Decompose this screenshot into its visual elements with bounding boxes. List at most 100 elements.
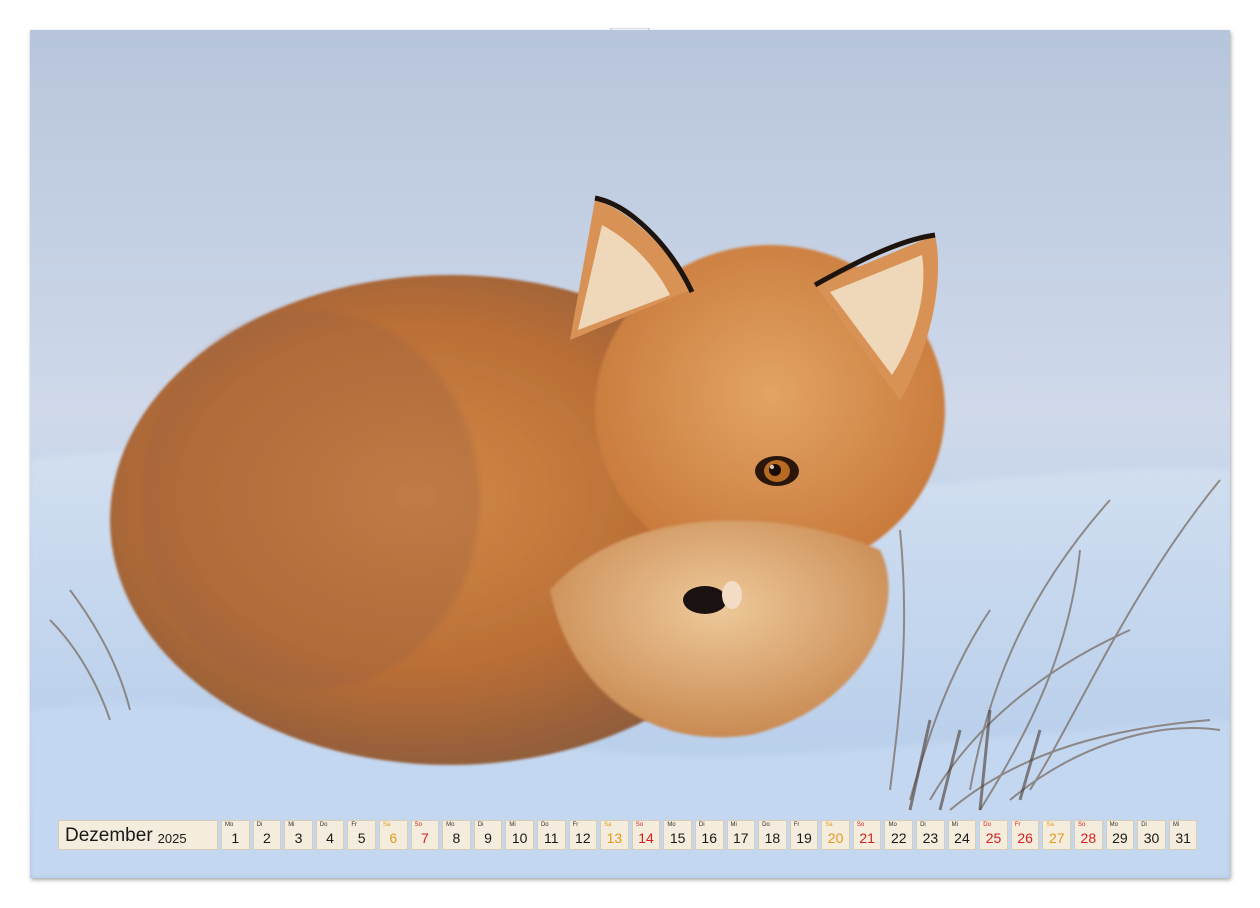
day-cell: Di 30 — [1137, 820, 1166, 850]
day-number: 27 — [1048, 830, 1065, 846]
weekday-label: Mi — [1172, 822, 1180, 828]
weekday-label: Do — [540, 822, 549, 828]
day-number: 1 — [231, 830, 240, 846]
day-number: 20 — [827, 830, 844, 846]
weekday-label: Fr — [793, 822, 800, 828]
day-number: 30 — [1143, 830, 1160, 846]
month-name: Dezember — [65, 825, 153, 846]
weekday-label: Di — [698, 822, 705, 828]
day-cell: Sa 6 — [378, 820, 408, 850]
day-number: 6 — [389, 830, 398, 846]
day-cell: Sa 20 — [821, 820, 850, 850]
day-cell: So 21 — [852, 820, 882, 850]
day-number: 18 — [764, 830, 781, 846]
weekday-label: So — [856, 822, 865, 828]
day-cell: Di 9 — [473, 820, 503, 850]
day-cell: Do 4 — [315, 820, 345, 850]
day-number: 3 — [294, 830, 303, 846]
day-number: 11 — [543, 830, 559, 846]
day-number: 9 — [484, 830, 492, 846]
day-number: 14 — [638, 830, 654, 846]
weekday-label: Sa — [382, 822, 391, 828]
day-number: 16 — [701, 830, 717, 846]
weekday-label: Di — [1141, 822, 1147, 828]
day-cell: Mo 22 — [884, 820, 914, 850]
day-cell: Mo 1 — [221, 820, 250, 850]
weekday-label: Fr — [351, 822, 358, 828]
weekday-label: Mo — [225, 822, 234, 828]
day-number: 8 — [452, 830, 461, 846]
day-cell: Mi 10 — [505, 820, 534, 850]
weekday-label: Mo — [1109, 822, 1118, 828]
weekday-label: Sa — [825, 822, 833, 828]
day-number: 19 — [796, 830, 812, 846]
day-cell: Mi 24 — [947, 820, 977, 850]
calendar-strip: Dezember 2025 Mo 1 Di 2 Mi 3 Do 4 Fr 5 Sa 6 So 7 Mo 8 Di… — [58, 820, 1198, 850]
weekday-label: Di — [920, 822, 926, 828]
weekday-label: Do — [983, 822, 991, 828]
weekday-label: Sa — [604, 822, 612, 828]
weekday-label: Mi — [288, 822, 295, 828]
weekday-label: Do — [319, 822, 328, 828]
day-number: 10 — [511, 830, 528, 846]
day-cell: Do 11 — [536, 820, 566, 850]
day-number: 7 — [420, 830, 429, 846]
day-number: 21 — [859, 830, 875, 846]
weekday-label: Mo — [667, 822, 676, 828]
weekday-label: Mo — [446, 822, 455, 828]
month-label: Dezember 2025 — [58, 820, 218, 850]
weekday-label: Mo — [888, 822, 897, 828]
weekday-label: So — [414, 822, 422, 828]
day-cell: Mi 31 — [1168, 820, 1198, 850]
fox-photo — [30, 30, 1230, 878]
day-number: 12 — [575, 830, 591, 846]
weekday-label: So — [635, 822, 644, 828]
day-number: 26 — [1017, 830, 1033, 846]
day-cell: Sa 27 — [1042, 820, 1072, 850]
day-cell: So 7 — [410, 820, 440, 850]
weekday-label: Do — [762, 822, 770, 828]
weekday-label: Fr — [1014, 822, 1021, 828]
day-cell: Do 25 — [979, 820, 1008, 850]
day-cell: Di 23 — [916, 820, 945, 850]
day-cell: Fr 12 — [568, 820, 598, 850]
day-cells: Mo 1 Di 2 Mi 3 Do 4 Fr 5 Sa 6 So 7 Mo 8 Di 9 Mi 10 Do 11 Fr 12 S… — [221, 820, 1198, 850]
day-number: 17 — [733, 830, 749, 846]
day-number: 15 — [669, 830, 686, 846]
day-cell: Mo 29 — [1105, 820, 1135, 850]
day-cell: So 14 — [631, 820, 661, 850]
day-cell: So 28 — [1074, 820, 1103, 850]
day-cell: Mo 15 — [663, 820, 692, 850]
day-cell: Do 18 — [758, 820, 787, 850]
weekday-label: Fr — [572, 822, 579, 828]
day-number: 23 — [922, 830, 939, 846]
day-cell: Fr 5 — [347, 820, 376, 850]
day-cell: Mi 3 — [284, 820, 313, 850]
day-cell: Fr 26 — [1010, 820, 1040, 850]
day-number: 25 — [985, 830, 1002, 846]
weekday-label: Mi — [509, 822, 516, 828]
day-number: 4 — [326, 830, 334, 846]
day-number: 31 — [1175, 830, 1191, 846]
day-number: 2 — [262, 830, 271, 846]
year: 2025 — [157, 831, 187, 846]
day-number: 29 — [1112, 830, 1128, 846]
weekday-label: Mi — [951, 822, 958, 828]
day-number: 24 — [954, 830, 970, 846]
calendar-page: Dezember 2025 Mo 1 Di 2 Mi 3 Do 4 Fr 5 Sa 6 So 7 Mo 8 Di… — [30, 30, 1230, 878]
day-number: 13 — [606, 830, 623, 846]
weekday-label: Di — [256, 822, 263, 828]
day-number: 28 — [1080, 830, 1097, 846]
weekday-label: Sa — [1046, 822, 1054, 828]
day-cell: Di 2 — [252, 820, 282, 850]
day-cell: Fr 19 — [789, 820, 819, 850]
day-number: 5 — [357, 830, 366, 846]
day-number: 22 — [890, 830, 907, 846]
day-cell: Sa 13 — [600, 820, 629, 850]
day-cell: Di 16 — [694, 820, 724, 850]
weekday-label: Mi — [730, 822, 737, 828]
weekday-label: Di — [477, 822, 484, 828]
weekday-label: So — [1078, 822, 1086, 828]
day-cell: Mo 8 — [442, 820, 471, 850]
day-cell: Mi 17 — [726, 820, 756, 850]
